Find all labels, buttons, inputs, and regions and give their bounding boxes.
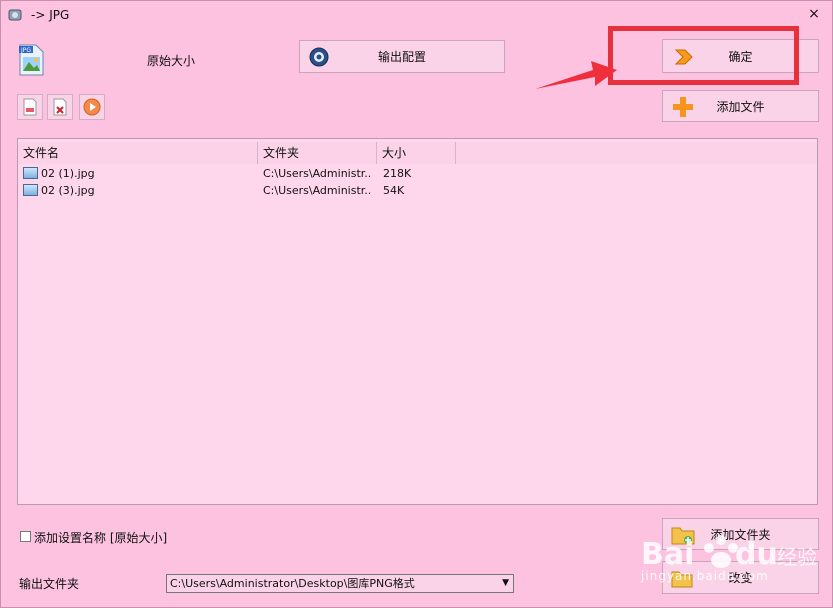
file-folder-cell: C:\Users\Administr... — [263, 167, 371, 180]
file-list-header: 文件名 文件夹 大小 — [18, 142, 817, 164]
add-file-button[interactable]: 添加文件 — [662, 90, 819, 122]
delete-file-icon — [23, 98, 37, 116]
play-button[interactable] — [79, 94, 105, 120]
image-file-icon — [23, 184, 38, 196]
column-header-filename[interactable]: 文件名 — [18, 142, 258, 164]
output-folder-select[interactable]: C:\Users\Administrator\Desktop\图库PNG格式 ▼ — [166, 574, 514, 593]
output-folder-value: C:\Users\Administrator\Desktop\图库PNG格式 — [170, 577, 415, 590]
highlight-box — [608, 26, 799, 85]
column-header-folder[interactable]: 文件夹 — [258, 142, 377, 164]
window-title: -> JPG — [31, 8, 70, 22]
watermark-url: jingyan.baidu.com — [641, 569, 769, 583]
add-setting-name-checkbox[interactable] — [20, 531, 31, 542]
svg-text:du: du — [735, 537, 778, 572]
remove-file-button[interactable] — [47, 94, 73, 120]
svg-text:经验: 经验 — [777, 545, 817, 569]
output-config-label: 输出配置 — [377, 50, 426, 64]
chevron-down-icon: ▼ — [502, 578, 509, 588]
pointer-arrow-icon — [535, 61, 617, 89]
file-name-cell: 02 (3).jpg — [41, 184, 95, 197]
svg-text:JPG: JPG — [20, 47, 31, 54]
table-row[interactable]: 02 (3).jpg C:\Users\Administr... 54K — [18, 182, 817, 199]
file-list[interactable]: 文件名 文件夹 大小 02 (1).jpg C:\Users\Administr… — [17, 138, 818, 505]
jpg-file-icon: JPG — [19, 44, 44, 76]
image-file-icon — [23, 167, 38, 179]
output-config-button[interactable]: 输出配置 — [299, 40, 505, 73]
add-setting-name-label: 添加设置名称 [原始大小] — [34, 531, 168, 545]
output-folder-label: 输出文件夹 — [19, 577, 80, 591]
title-bar: -> JPG × — [1, 1, 832, 29]
file-name-cell: 02 (1).jpg — [41, 167, 95, 180]
close-button[interactable]: × — [806, 6, 822, 22]
column-header-size[interactable]: 大小 — [377, 142, 456, 164]
file-size-cell: 54K — [383, 184, 405, 197]
size-mode-label: 原始大小 — [147, 54, 196, 68]
add-file-label: 添加文件 — [716, 99, 765, 114]
app-icon — [8, 9, 22, 21]
config-gear-icon — [309, 47, 329, 67]
app-window: -> JPG × JPG 原始大小 输出配置 确定 添加文件 文件名 文件夹 大… — [0, 0, 833, 608]
svg-text:Bai: Bai — [641, 537, 694, 572]
remove-file-icon — [53, 98, 67, 116]
table-row[interactable]: 02 (1).jpg C:\Users\Administr... 218K — [18, 165, 817, 182]
delete-file-button[interactable] — [17, 94, 43, 120]
play-icon — [83, 98, 101, 116]
file-folder-cell: C:\Users\Administr... — [263, 184, 371, 197]
plus-icon — [673, 97, 693, 117]
file-size-cell: 218K — [383, 167, 412, 180]
